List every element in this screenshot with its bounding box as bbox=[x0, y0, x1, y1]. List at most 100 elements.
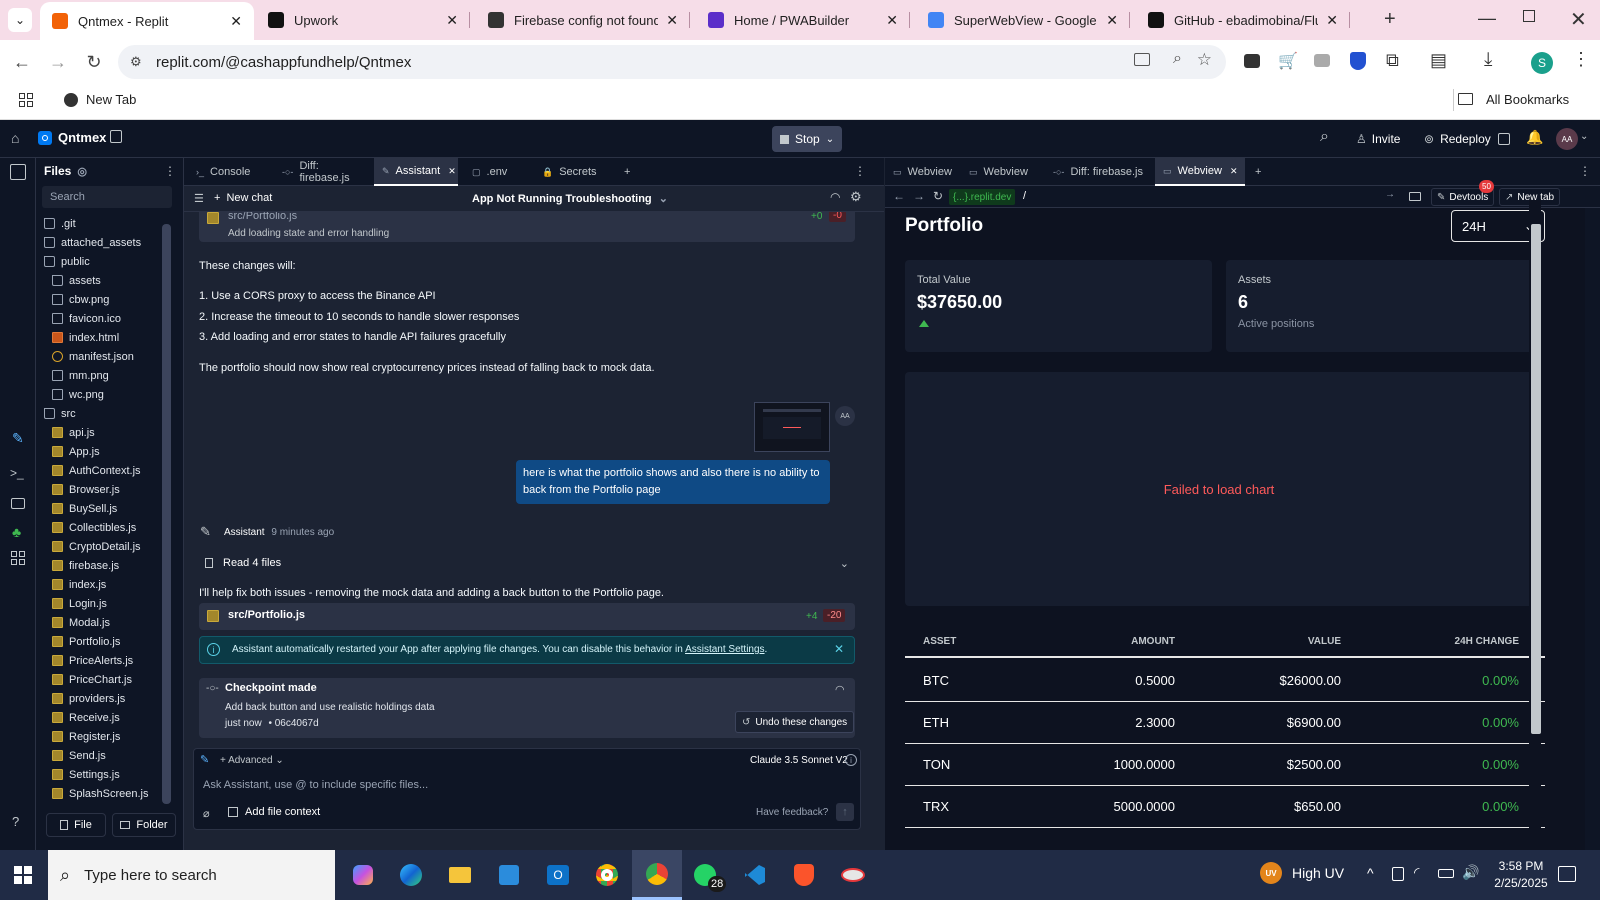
chat-settings-gear-icon[interactable]: ⚙ bbox=[850, 189, 862, 205]
close-icon[interactable]: ✕ bbox=[230, 13, 242, 30]
restore-window-button[interactable] bbox=[1523, 10, 1535, 22]
table-row[interactable]: TON 1000.0000 $2500.00 0.00% bbox=[905, 744, 1545, 786]
info-icon[interactable]: i bbox=[845, 754, 857, 766]
close-icon[interactable]: ✕ bbox=[1106, 12, 1118, 29]
help-icon[interactable]: ? bbox=[12, 814, 19, 829]
file-item[interactable]: Settings.js bbox=[44, 765, 170, 784]
reload-icon[interactable]: ↻ bbox=[80, 48, 108, 76]
folder-item[interactable]: attached_assets bbox=[44, 233, 170, 252]
file-item[interactable]: api.js bbox=[44, 423, 170, 442]
webview-tab[interactable]: -○- Diff: firebase.js bbox=[1045, 158, 1155, 186]
folder-item[interactable]: assets bbox=[44, 271, 170, 290]
add-tab-button[interactable]: + bbox=[616, 158, 638, 186]
close-icon[interactable]: ✕ bbox=[666, 12, 678, 29]
project-name[interactable]: Qntmex bbox=[58, 130, 106, 145]
user-avatar[interactable]: AA bbox=[1556, 128, 1578, 150]
chat-history-icon[interactable]: ☰ bbox=[194, 192, 204, 205]
stop-button[interactable]: Stop ⌄ bbox=[772, 126, 843, 152]
downloads-icon[interactable]: ⤓ bbox=[1484, 49, 1492, 71]
undo-button[interactable]: ↺ Undo these changes bbox=[735, 711, 855, 733]
minimize-window-button[interactable]: — bbox=[1478, 8, 1496, 29]
reading-list-icon[interactable]: ▤ bbox=[1430, 50, 1447, 71]
profile-avatar[interactable]: S bbox=[1531, 52, 1553, 74]
go-arrow-icon[interactable]: → bbox=[1385, 189, 1395, 200]
webview-icon[interactable] bbox=[11, 498, 25, 509]
close-icon[interactable]: ✕ bbox=[1230, 166, 1238, 177]
browser-tab[interactable]: Qntmex - Replit ✕ bbox=[40, 2, 254, 40]
files-search-input[interactable]: Search bbox=[42, 186, 172, 208]
file-explorer-icon[interactable] bbox=[443, 858, 477, 892]
table-row[interactable]: BTC 0.5000 $26000.00 0.00% bbox=[905, 660, 1545, 702]
attach-paperclip-icon[interactable]: ⌀ bbox=[203, 807, 210, 820]
extension-camera-icon[interactable] bbox=[1314, 54, 1330, 67]
file-item[interactable]: Browser.js bbox=[44, 480, 170, 499]
webview-tab[interactable]: ▭ Webview bbox=[961, 158, 1045, 186]
browser-tab[interactable]: SuperWebView - Google Sea ✕ bbox=[916, 0, 1130, 40]
redeploy-button[interactable]: ⊚ Redeploy bbox=[1418, 128, 1497, 150]
windows-start-icon[interactable] bbox=[14, 866, 32, 884]
invite-button[interactable]: ♙ Invite bbox=[1350, 128, 1406, 150]
install-app-icon[interactable] bbox=[1134, 53, 1150, 66]
webview-tab[interactable]: ▭ Webview ✕ bbox=[1155, 158, 1245, 186]
layout-icon[interactable] bbox=[1498, 133, 1510, 145]
file-item[interactable]: Send.js bbox=[44, 746, 170, 765]
file-item[interactable]: index.html bbox=[44, 328, 170, 347]
edge-icon[interactable] bbox=[394, 858, 428, 892]
file-item[interactable]: wc.png bbox=[44, 385, 170, 404]
browser-tab[interactable]: GitHub - ebadimobina/Flutte ✕ bbox=[1136, 0, 1350, 40]
new-tab-button[interactable]: + bbox=[1384, 8, 1396, 31]
file-item[interactable]: PriceAlerts.js bbox=[44, 651, 170, 670]
file-item[interactable]: manifest.json bbox=[44, 347, 170, 366]
file-item[interactable]: Register.js bbox=[44, 727, 170, 746]
center-tab[interactable]: ✎ Assistant ✕ bbox=[374, 158, 458, 186]
chevron-down-icon[interactable]: ⌄ bbox=[1580, 131, 1588, 142]
search-icon[interactable]: ⌕ bbox=[1320, 128, 1329, 146]
file-item[interactable]: App.js bbox=[44, 442, 170, 461]
folder-item[interactable]: public bbox=[44, 252, 170, 271]
close-icon[interactable]: ✕ bbox=[886, 12, 898, 29]
add-file-context-button[interactable]: Add file context bbox=[228, 806, 320, 818]
bookmark-new-tab[interactable]: New Tab bbox=[64, 92, 136, 107]
chrome-active-icon[interactable] bbox=[632, 850, 682, 900]
assistant-icon[interactable]: ✎ bbox=[12, 430, 24, 447]
feedback-link[interactable]: Have feedback? bbox=[756, 807, 828, 818]
shell-icon[interactable]: >_ bbox=[10, 466, 24, 480]
advanced-toggle[interactable]: + Advanced ⌄ bbox=[220, 755, 284, 766]
close-icon[interactable]: ✕ bbox=[448, 166, 456, 177]
clock[interactable]: 3:58 PM 2/25/2025 bbox=[1486, 858, 1556, 892]
file-item[interactable]: CryptoDetail.js bbox=[44, 537, 170, 556]
device-icon[interactable] bbox=[1409, 192, 1421, 201]
add-tab-button[interactable]: + bbox=[1247, 158, 1269, 186]
table-row[interactable]: ETH 2.3000 $6900.00 0.00% bbox=[905, 702, 1545, 744]
file-item[interactable]: Swap.js bbox=[44, 803, 170, 804]
send-button[interactable]: ↑ bbox=[836, 803, 854, 821]
file-item[interactable]: favicon.ico bbox=[44, 309, 170, 328]
read-files-toggle[interactable]: Read 4 files ⌄ bbox=[199, 552, 855, 574]
browser-tab[interactable]: Firebase config not found ✕ bbox=[476, 0, 690, 40]
file-item[interactable]: BuySell.js bbox=[44, 499, 170, 518]
center-tab[interactable]: 🔒 Secrets bbox=[534, 158, 614, 186]
file-item[interactable]: Portfolio.js bbox=[44, 632, 170, 651]
power-icon[interactable] bbox=[1438, 869, 1454, 878]
chat-title-dropdown[interactable]: App Not Running Troubleshooting ⌄ bbox=[472, 192, 668, 205]
back-arrow-icon[interactable]: ← bbox=[893, 189, 905, 203]
copilot-icon[interactable] bbox=[346, 858, 380, 892]
zoom-icon[interactable]: ⌕ bbox=[1173, 50, 1182, 68]
center-tab[interactable]: -○- Diff: firebase.js bbox=[274, 158, 368, 186]
file-item[interactable]: firebase.js bbox=[44, 556, 170, 575]
chrome-menu-icon[interactable]: ⋮ bbox=[1572, 49, 1590, 70]
center-tab[interactable]: ▢ .env bbox=[464, 158, 528, 186]
extension-cart-icon[interactable]: 🛒 bbox=[1278, 51, 1298, 71]
files-menu-icon[interactable]: ⋮ bbox=[164, 164, 176, 178]
model-selector[interactable]: Claude 3.5 Sonnet V2 bbox=[750, 755, 848, 766]
meet-now-icon[interactable] bbox=[1392, 867, 1404, 881]
new-file-button[interactable]: File bbox=[46, 813, 106, 837]
close-icon[interactable]: ✕ bbox=[446, 12, 458, 29]
chat-input[interactable]: Ask Assistant, use @ to include specific… bbox=[203, 779, 843, 791]
home-icon[interactable]: ⌂ bbox=[11, 130, 19, 146]
apps-grid-icon[interactable] bbox=[19, 93, 33, 107]
close-icon[interactable]: ✕ bbox=[1326, 12, 1338, 29]
notifications-icon[interactable] bbox=[1558, 866, 1576, 882]
browser-tab[interactable]: Home / PWABuilder ✕ bbox=[696, 0, 910, 40]
file-item[interactable]: mm.png bbox=[44, 366, 170, 385]
